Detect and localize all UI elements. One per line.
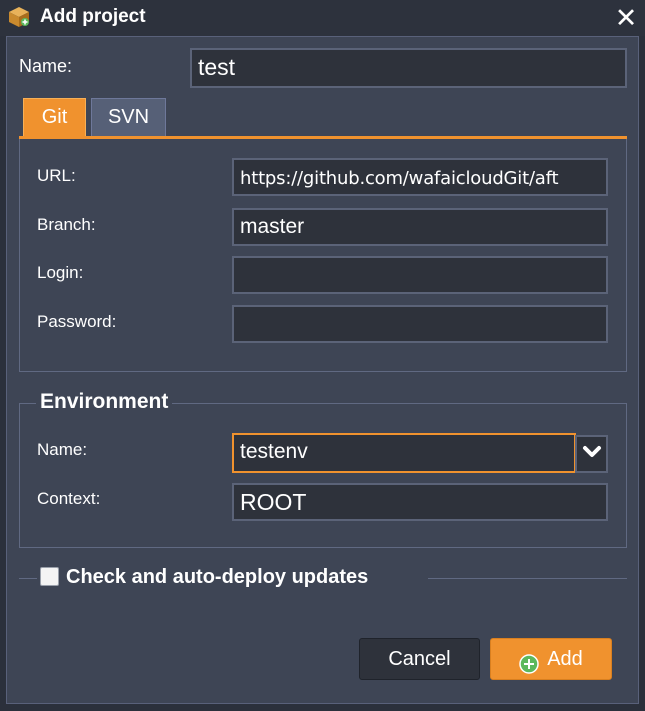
env-name-label: Name: xyxy=(37,440,88,459)
environment-panel xyxy=(19,403,627,548)
login-input[interactable] xyxy=(232,256,608,294)
autodeploy-label[interactable]: Check and auto-deploy updates xyxy=(66,566,368,589)
env-name-dropdown-button[interactable] xyxy=(575,435,608,473)
tab-git[interactable]: Git xyxy=(23,98,86,136)
autodeploy-checkbox[interactable] xyxy=(40,567,59,586)
cancel-button[interactable]: Cancel xyxy=(359,638,480,680)
context-label: Context: xyxy=(37,489,101,508)
checkbox-rule-left xyxy=(19,578,37,579)
environment-legend: Environment xyxy=(36,390,173,414)
branch-label: Branch: xyxy=(37,215,96,234)
dialog-titlebar: Add project ✕ xyxy=(0,0,645,36)
project-name-label: Name: xyxy=(19,56,73,76)
project-name-input[interactable]: test xyxy=(190,48,627,88)
add-button-label: Add xyxy=(547,648,583,670)
close-icon[interactable]: ✕ xyxy=(612,4,640,32)
add-button[interactable]: Add xyxy=(490,638,612,680)
plus-circle-icon xyxy=(519,648,539,674)
context-input[interactable]: ROOT xyxy=(232,483,608,521)
env-name-select[interactable]: testenv xyxy=(232,433,576,473)
cancel-button-label: Cancel xyxy=(388,648,451,670)
password-label: Password: xyxy=(37,312,117,331)
chevron-down-icon xyxy=(582,445,602,464)
password-input[interactable] xyxy=(232,305,608,343)
tab-svn[interactable]: SVN xyxy=(91,98,166,136)
url-input[interactable]: https://github.com/wafaicloudGit/aft xyxy=(232,158,608,196)
dialog-title: Add project xyxy=(40,6,146,27)
package-box-icon xyxy=(7,6,31,28)
branch-input[interactable]: master xyxy=(232,208,608,246)
url-label: URL: xyxy=(37,166,76,185)
checkbox-rule-right xyxy=(428,578,627,579)
login-label: Login: xyxy=(37,263,84,282)
